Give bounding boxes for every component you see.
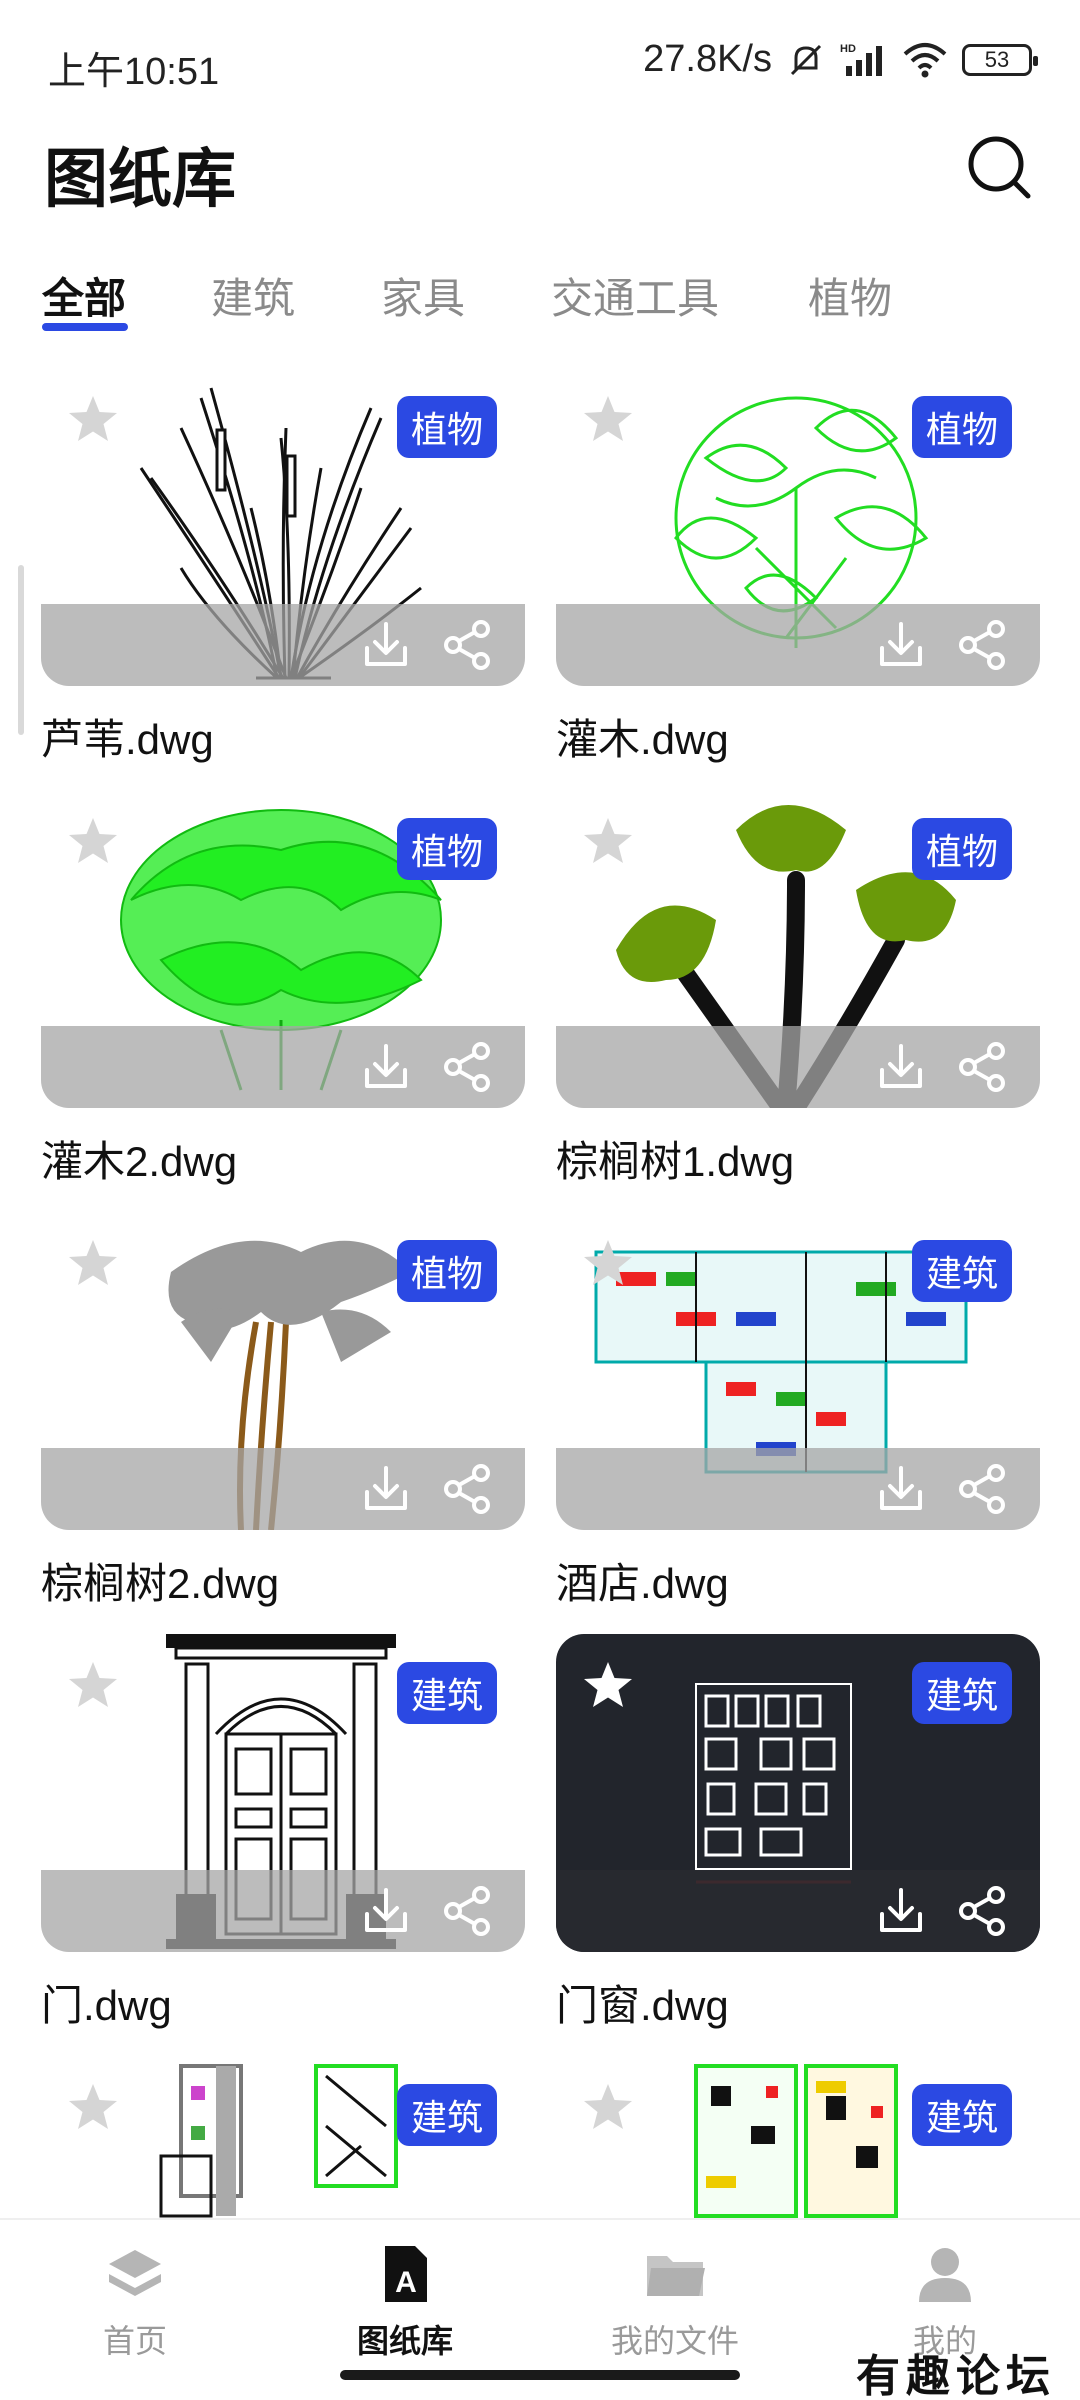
category-badge: 植物 — [911, 396, 1012, 458]
category-badge: 植物 — [396, 818, 497, 880]
nav-label: 首页 — [102, 2323, 167, 2359]
category-badge: 植物 — [911, 818, 1012, 880]
drawing-card[interactable]: 植物 灌木.dwg — [556, 368, 1040, 767]
drawing-thumbnail[interactable]: 建筑 — [41, 1634, 525, 1952]
drawing-thumbnail[interactable]: 建筑 — [556, 1634, 1040, 1952]
net-speed: 27.8K/s — [643, 38, 772, 80]
share-icon[interactable] — [956, 1462, 1010, 1516]
nav-home[interactable]: 首页 — [35, 2242, 235, 2362]
share-icon[interactable] — [956, 1884, 1010, 1938]
star-icon[interactable] — [63, 812, 123, 872]
share-icon[interactable] — [956, 618, 1010, 672]
active-tab-indicator — [42, 323, 128, 331]
file-name: 棕榈树2.dwg — [41, 1560, 280, 1607]
category-badge: 建筑 — [911, 1240, 1012, 1302]
drawing-library-icon: A — [385, 2246, 427, 2302]
file-name: 灌木.dwg — [556, 716, 729, 763]
drawing-card[interactable]: 建筑 门.dwg — [41, 1634, 525, 2033]
share-icon[interactable] — [956, 1040, 1010, 1094]
drawing-grid: 植物 芦苇.dwg 植物 灌木.dwg 植物 灌木2.dwg 植物 棕榈树1.d… — [0, 368, 1080, 2218]
download-icon[interactable] — [874, 1040, 928, 1094]
file-name: 灌木2.dwg — [41, 1138, 238, 1185]
file-name: 门窗.dwg — [556, 1982, 729, 2029]
folder-icon — [647, 2256, 705, 2296]
drawing-card[interactable]: 植物 棕榈树2.dwg — [41, 1212, 525, 1611]
nav-label: 我的文件 — [610, 2323, 739, 2359]
svg-text:HD: HD — [840, 43, 856, 55]
drawing-card[interactable]: 建筑 — [41, 2056, 525, 2218]
drawing-thumbnail[interactable]: 建筑 — [41, 2056, 525, 2218]
tab-all[interactable]: 全部 — [42, 265, 126, 326]
star-icon[interactable] — [63, 1656, 123, 1716]
wifi-icon — [903, 42, 947, 77]
download-icon[interactable] — [359, 1040, 413, 1094]
star-icon[interactable] — [578, 2078, 638, 2138]
nav-drawing-library[interactable]: A 图纸库 — [305, 2242, 505, 2362]
star-icon[interactable] — [63, 2078, 123, 2138]
svg-text:A: A — [395, 2266, 417, 2299]
category-tabs: 全部 建筑 家具 交通工具 植物 — [0, 255, 1080, 335]
download-icon[interactable] — [874, 1884, 928, 1938]
person-icon — [919, 2248, 971, 2302]
category-badge: 植物 — [396, 1240, 497, 1302]
tab-plants[interactable]: 植物 — [808, 265, 892, 326]
star-icon[interactable] — [578, 1234, 638, 1294]
share-icon[interactable] — [441, 1462, 495, 1516]
drawing-thumbnail[interactable]: 植物 — [41, 368, 525, 686]
app-header: 图纸库 — [0, 120, 1080, 220]
tab-furniture[interactable]: 家具 — [381, 265, 465, 326]
download-icon[interactable] — [359, 618, 413, 672]
drawing-thumbnail[interactable]: 植物 — [556, 368, 1040, 686]
share-icon[interactable] — [441, 1884, 495, 1938]
drawing-thumbnail[interactable]: 建筑 — [556, 1212, 1040, 1530]
file-name: 酒店.dwg — [556, 1560, 729, 1607]
category-badge: 建筑 — [396, 1662, 497, 1724]
layers-icon — [109, 2250, 161, 2296]
category-badge: 植物 — [396, 396, 497, 458]
drawing-thumbnail[interactable]: 植物 — [556, 790, 1040, 1108]
download-icon[interactable] — [874, 618, 928, 672]
battery-level: 53 — [984, 46, 1010, 72]
star-icon[interactable] — [578, 390, 638, 450]
drawing-card[interactable]: 建筑 酒店.dwg — [556, 1212, 1040, 1611]
file-name: 芦苇.dwg — [41, 716, 214, 763]
home-indicator[interactable] — [340, 2370, 740, 2380]
nav-my-files[interactable]: 我的文件 — [575, 2242, 775, 2362]
search-icon[interactable] — [962, 130, 1038, 206]
download-icon[interactable] — [359, 1462, 413, 1516]
tab-vehicles[interactable]: 交通工具 — [551, 265, 719, 326]
file-name: 门.dwg — [41, 1982, 172, 2029]
file-name: 棕榈树1.dwg — [556, 1138, 795, 1185]
drawing-thumbnail[interactable]: 建筑 — [556, 2056, 1040, 2218]
star-icon[interactable] — [578, 1656, 638, 1716]
drawing-card[interactable]: 植物 棕榈树1.dwg — [556, 790, 1040, 1189]
hd-signal-icon: HD — [840, 43, 882, 76]
nav-label: 图纸库 — [356, 2323, 453, 2359]
category-badge: 建筑 — [396, 2084, 497, 2146]
drawing-card[interactable]: 建筑 门窗.dwg — [556, 1634, 1040, 2033]
drawing-card[interactable]: 植物 芦苇.dwg — [41, 368, 525, 767]
status-icons: 27.8K/s HD 53 — [643, 38, 1038, 81]
status-time: 上午10:51 — [48, 51, 220, 93]
tab-architecture[interactable]: 建筑 — [211, 265, 295, 326]
star-icon[interactable] — [578, 812, 638, 872]
status-bar: 上午10:51 27.8K/s HD 53 — [0, 0, 1080, 120]
drawing-thumbnail[interactable]: 植物 — [41, 790, 525, 1108]
star-icon[interactable] — [63, 1234, 123, 1294]
page-title: 图纸库 — [44, 143, 236, 215]
mute-bell-icon — [790, 44, 822, 75]
drawing-thumbnail[interactable]: 植物 — [41, 1212, 525, 1530]
download-icon[interactable] — [874, 1462, 928, 1516]
star-icon[interactable] — [63, 390, 123, 450]
drawing-card[interactable]: 植物 灌木2.dwg — [41, 790, 525, 1189]
category-badge: 建筑 — [911, 1662, 1012, 1724]
drawing-card[interactable]: 建筑 — [556, 2056, 1040, 2218]
download-icon[interactable] — [359, 1884, 413, 1938]
watermark: 有趣论坛 — [856, 2351, 1056, 2400]
battery-icon: 53 — [962, 43, 1038, 76]
share-icon[interactable] — [441, 618, 495, 672]
category-badge: 建筑 — [911, 2084, 1012, 2146]
share-icon[interactable] — [441, 1040, 495, 1094]
